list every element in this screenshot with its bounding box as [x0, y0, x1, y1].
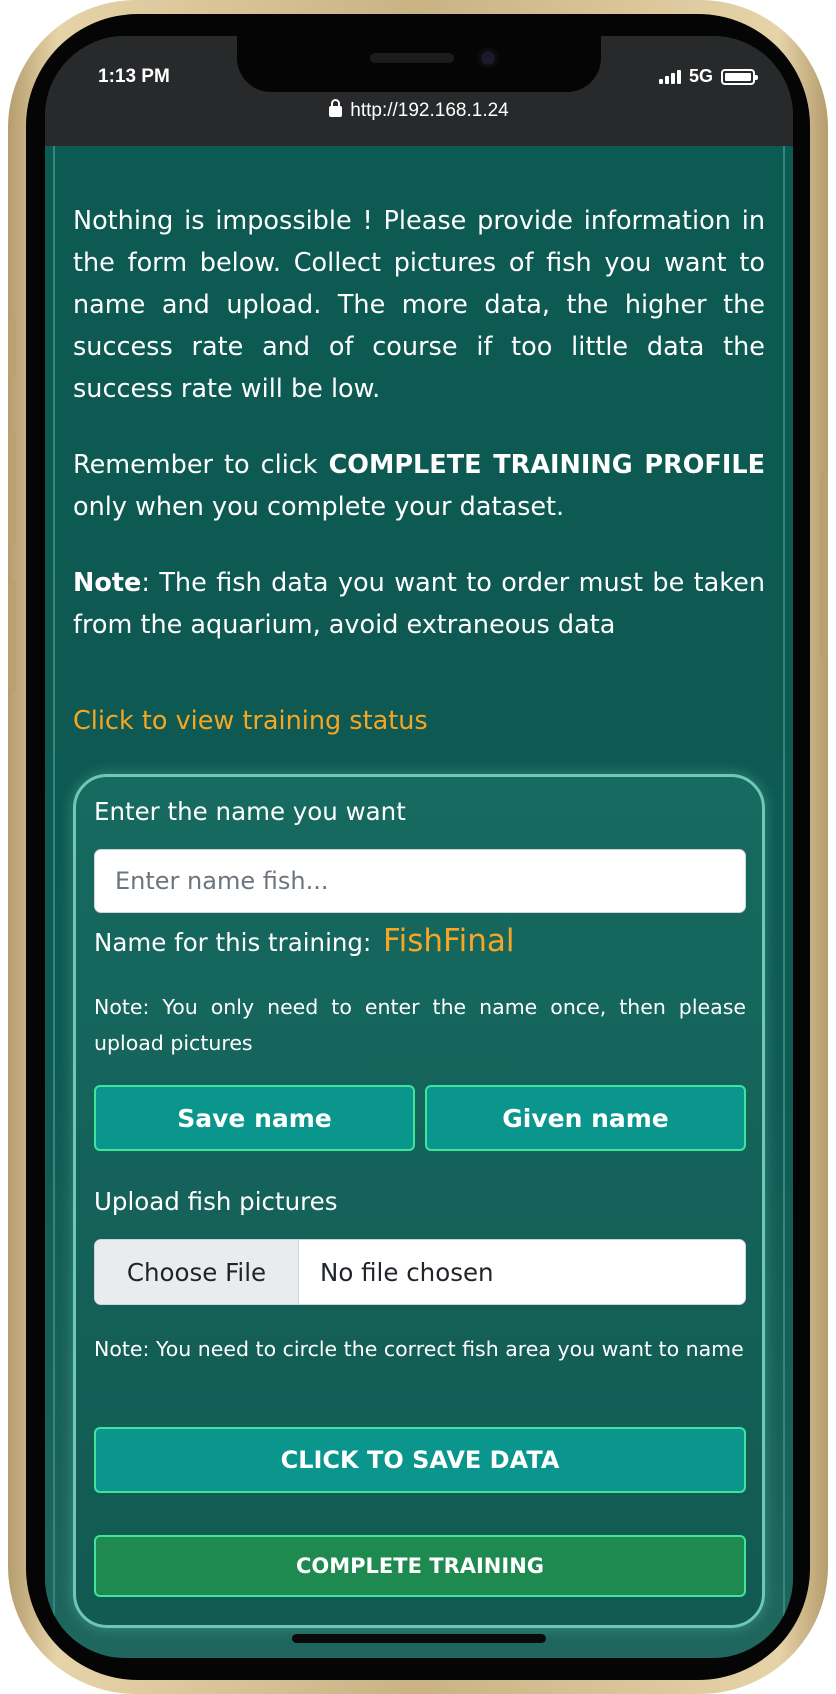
training-name-value: FishFinal [383, 923, 515, 959]
status-bar: 1:13 PM 5G http://192.168.1.24 [45, 36, 793, 146]
save-name-button[interactable]: Save name [94, 1085, 415, 1151]
save-data-button[interactable]: CLICK TO SAVE DATA [94, 1427, 746, 1493]
training-form: Enter the name you want Name for this tr… [73, 774, 765, 1628]
file-upload-input[interactable]: Choose File No file chosen [94, 1239, 746, 1305]
training-status-link[interactable]: Click to view training status [73, 706, 428, 736]
reminder-paragraph: Remember to click COMPLETE TRAINING PROF… [73, 450, 765, 522]
complete-training-button[interactable]: COMPLETE TRAINING [94, 1535, 746, 1597]
home-indicator[interactable] [292, 1634, 546, 1643]
name-label: Enter the name you want [94, 797, 406, 826]
volume-up-button [8, 432, 16, 544]
address-bar[interactable]: http://192.168.1.24 [45, 99, 793, 122]
training-name-row: Name for this training: FishFinal [94, 923, 514, 959]
name-button-row: Save name Given name [94, 1085, 746, 1151]
volume-down-button [8, 580, 16, 692]
signal-icon [658, 69, 681, 84]
intro-paragraph: Nothing is impossible ! Please provide i… [73, 206, 765, 404]
status-time: 1:13 PM [98, 66, 170, 87]
fish-name-input[interactable] [94, 849, 746, 913]
page-edge-right [783, 146, 793, 1658]
choose-file-button[interactable]: Choose File [95, 1240, 299, 1304]
page-edge-left [45, 146, 55, 1658]
address-url: http://192.168.1.24 [350, 100, 509, 121]
training-name-label: Name for this training: [94, 928, 372, 957]
reminder-bold: COMPLETE TRAINING PROFILE [328, 450, 765, 480]
power-button [820, 472, 828, 658]
status-indicators: 5G [658, 66, 758, 87]
note-bold: Note [73, 568, 142, 598]
page-content: Nothing is impossible ! Please provide i… [45, 146, 793, 1658]
battery-icon [721, 68, 758, 85]
upload-label: Upload fish pictures [94, 1187, 338, 1216]
camera-icon [477, 47, 499, 69]
speaker-grille [370, 53, 454, 63]
note-paragraph: Note: The fish data you want to order mu… [73, 568, 765, 640]
upload-note: Note: You need to circle the correct fis… [94, 1337, 744, 1361]
name-note: Note: You only need to enter the name on… [94, 995, 746, 1055]
notch [237, 36, 601, 92]
file-status: No file chosen [320, 1257, 494, 1287]
mute-switch [8, 318, 16, 376]
network-label: 5G [688, 66, 713, 86]
given-name-button[interactable]: Given name [425, 1085, 746, 1151]
lock-icon [329, 99, 343, 117]
phone-screen: 1:13 PM 5G http://192.168.1.24 Nothing i… [45, 36, 793, 1658]
intro-text: Nothing is impossible ! Please provide i… [73, 200, 765, 680]
